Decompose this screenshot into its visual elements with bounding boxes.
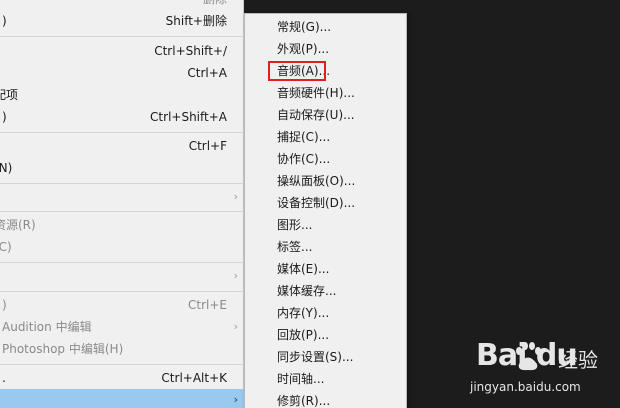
submenu-item-auto-save[interactable]: 自动保存(U)... <box>245 104 406 126</box>
menu-item-shortcut: Ctrl+F <box>188 139 227 153</box>
menu-separator <box>0 364 244 365</box>
menu-item-shortcut: Ctrl+Shift+/ <box>154 44 227 58</box>
menu-item-remove-unused[interactable]: 资源(R) <box>0 214 244 236</box>
submenu-item-device-control[interactable]: 设备控制(D)... <box>245 192 406 214</box>
menu-item-shortcut: Ctrl+Alt+K <box>161 371 227 385</box>
submenu-item-media-cache[interactable]: 媒体缓存... <box>245 280 406 302</box>
menu-item-edit-submenu[interactable]: › <box>0 265 244 287</box>
menu-item-deselect-all[interactable]: ) Ctrl+Shift+A <box>0 106 244 128</box>
submenu-item-media[interactable]: 媒体(E)... <box>245 258 406 280</box>
submenu-item-capture[interactable]: 捕捉(C)... <box>245 126 406 148</box>
submenu-item-memory[interactable]: 内存(Y)... <box>245 302 406 324</box>
menu-item-duplicate[interactable]: Ctrl+Shift+/ <box>0 40 244 62</box>
menu-item-shortcut: Ctrl+E <box>188 298 227 312</box>
submenu-item-general[interactable]: 常规(G)... <box>245 16 406 38</box>
menu-separator <box>0 291 244 292</box>
menu-separator <box>0 36 244 37</box>
menu-item-ripple-delete[interactable]: ) Shift+删除 <box>0 10 244 32</box>
paw-icon <box>516 342 541 371</box>
chevron-right-icon: › <box>233 190 238 203</box>
menu-separator <box>0 211 244 212</box>
menu-item-select-all[interactable]: Ctrl+A <box>0 62 244 84</box>
chevron-right-icon: › <box>233 269 238 282</box>
watermark: Bai du 经验 jingyan.baidu.com <box>470 338 620 408</box>
menu-item-label-submenu[interactable]: › <box>0 186 244 208</box>
submenu-item-graphics[interactable]: 图形... <box>245 214 406 236</box>
submenu-item-control-surface[interactable]: 操纵面板(O)... <box>245 170 406 192</box>
submenu-item-labels[interactable]: 标签... <box>245 236 406 258</box>
menu-separator <box>0 262 244 263</box>
menu-item-find-next[interactable]: (N) <box>0 157 244 179</box>
menu-item-select-matching[interactable]: 配项 <box>0 84 244 106</box>
menu-item-shortcut: 删除 <box>203 0 227 10</box>
menu-separator <box>0 183 244 184</box>
edit-menu: 删除 ) Shift+删除 Ctrl+Shift+/ Ctrl+A 配项 ) C… <box>0 0 244 408</box>
menu-item-delete[interactable]: 删除 <box>0 0 244 10</box>
submenu-item-timeline[interactable]: 时间轴... <box>245 368 406 390</box>
menu-item-keyboard-shortcuts[interactable]: . Ctrl+Alt+K <box>0 367 244 389</box>
submenu-item-appearance[interactable]: 外观(P)... <box>245 38 406 60</box>
submenu-item-trim[interactable]: 修剪(R)... <box>245 390 406 408</box>
menu-item-find[interactable]: Ctrl+F <box>0 135 244 157</box>
chevron-right-icon: › <box>233 320 238 333</box>
menu-item-edit-in-photoshop[interactable]: Photoshop 中编辑(H) <box>0 338 244 360</box>
menu-item-edit-in-audition[interactable]: Audition 中编辑 › <box>0 316 244 338</box>
menu-item-shortcut: Ctrl+Shift+A <box>150 110 227 124</box>
menu-item-consolidate[interactable]: (C) <box>0 236 244 258</box>
submenu-item-collaboration[interactable]: 协作(C)... <box>245 148 406 170</box>
submenu-item-playback[interactable]: 回放(P)... <box>245 324 406 346</box>
menu-item-shortcut: Shift+删除 <box>165 14 227 28</box>
submenu-item-sync-settings[interactable]: 同步设置(S)... <box>245 346 406 368</box>
menu-item-shortcut: Ctrl+A <box>187 66 227 80</box>
chevron-right-icon: › <box>233 393 238 406</box>
submenu-item-audio-hardware[interactable]: 音频硬件(H)... <box>245 82 406 104</box>
menu-item-edit-original[interactable]: ) Ctrl+E <box>0 294 244 316</box>
menu-item-preferences[interactable]: › <box>0 389 244 408</box>
watermark-url: jingyan.baidu.com <box>470 380 581 394</box>
annotation-highlight-box <box>268 61 326 81</box>
jingyan-text: 经验 <box>558 348 598 372</box>
menu-separator <box>0 132 244 133</box>
